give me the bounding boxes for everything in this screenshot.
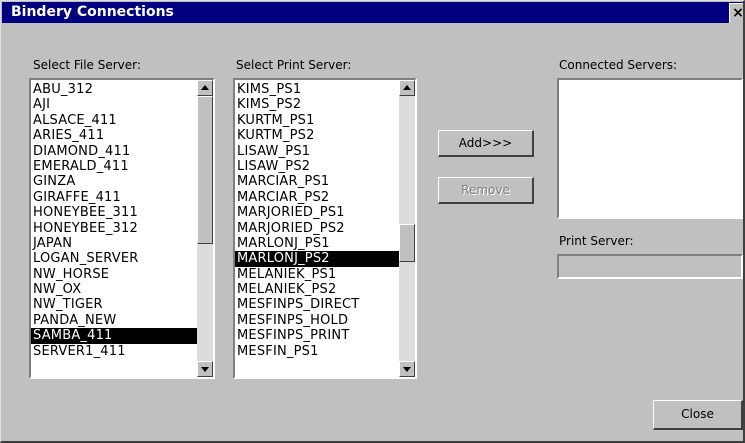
file-server-label: Select File Server: (33, 58, 141, 72)
print-server-label: Select Print Server: (236, 58, 352, 72)
list-item[interactable]: HONEYBEE_311 (31, 205, 197, 220)
close-button[interactable]: Close (653, 400, 743, 430)
list-item[interactable]: ALSACE_411 (31, 113, 197, 128)
list-item[interactable]: NW_TIGER (31, 297, 197, 312)
list-item[interactable]: MESFINPS_PRINT (235, 328, 399, 343)
list-item[interactable]: LISAW_PS1 (235, 144, 399, 159)
print-server-items: KIMS_PS1 KIMS_PS2 KURTM_PS1 KURTM_PS2 LISAW_… (235, 82, 399, 359)
list-item[interactable]: AJI (31, 97, 197, 112)
list-item[interactable]: NW_OX (31, 282, 197, 297)
file-server-items: ABU_312 AJI ALSACE_411 ARIES_411 DIAMOND_411… (31, 82, 197, 359)
list-item[interactable]: MARJORIED_PS2 (235, 221, 399, 236)
list-item[interactable]: MARJORIED_PS1 (235, 205, 399, 220)
connected-servers-list[interactable] (557, 78, 743, 219)
file-server-scrollbar[interactable] (197, 80, 213, 377)
print-server-list[interactable]: KIMS_PS1 KIMS_PS2 KURTM_PS1 KURTM_PS2 LISAW_… (233, 78, 417, 379)
scroll-thumb[interactable] (399, 224, 415, 262)
list-item[interactable]: SAMBA_411 (31, 328, 197, 344)
scroll-up-button[interactable] (399, 80, 415, 96)
arrow-down-icon (403, 367, 411, 372)
arrow-up-icon (403, 85, 411, 90)
scroll-down-button[interactable] (399, 361, 415, 377)
list-item[interactable]: MARCIAR_PS2 (235, 190, 399, 205)
list-item[interactable]: JAPAN (31, 236, 197, 251)
list-item[interactable]: MELANIEK_PS2 (235, 282, 399, 297)
list-item[interactable]: MARLONJ_PS2 (235, 251, 399, 267)
scroll-up-button[interactable] (197, 80, 213, 96)
print-server-scrollbar[interactable] (399, 80, 415, 377)
list-item[interactable]: DIAMOND_411 (31, 144, 197, 159)
list-item[interactable]: SERVER1_411 (31, 344, 197, 359)
arrow-up-icon (201, 85, 209, 90)
list-item[interactable]: MESFINPS_HOLD (235, 313, 399, 328)
list-item[interactable]: HONEYBEE_312 (31, 221, 197, 236)
list-item[interactable]: EMERALD_411 (31, 159, 197, 174)
bindery-connections-dialog: Bindery Connections × Select File Server… (0, 0, 745, 443)
list-item[interactable]: MELANIEK_PS1 (235, 267, 399, 282)
print-server-field (557, 254, 743, 279)
list-item[interactable]: LISAW_PS2 (235, 159, 399, 174)
close-window-icon[interactable]: × (729, 3, 743, 23)
list-item[interactable]: LOGAN_SERVER (31, 251, 197, 266)
window-title: Bindery Connections (11, 4, 174, 20)
list-item[interactable]: ABU_312 (31, 82, 197, 97)
list-item[interactable]: GIRAFFE_411 (31, 190, 197, 205)
connected-servers-label: Connected Servers: (559, 58, 678, 72)
scroll-down-button[interactable] (197, 361, 213, 377)
file-server-list[interactable]: ABU_312 AJI ALSACE_411 ARIES_411 DIAMOND_411… (29, 78, 215, 379)
title-bar: Bindery Connections × (2, 2, 743, 23)
print-server-field-label: Print Server: (559, 234, 634, 248)
list-item[interactable]: NW_HORSE (31, 267, 197, 282)
list-item[interactable]: GINZA (31, 174, 197, 189)
scroll-thumb[interactable] (197, 96, 213, 244)
list-item[interactable]: ARIES_411 (31, 128, 197, 143)
list-item[interactable]: KIMS_PS2 (235, 97, 399, 112)
list-item[interactable]: MARCIAR_PS1 (235, 174, 399, 189)
list-item[interactable]: MESFIN_PS1 (235, 344, 399, 359)
list-item[interactable]: KIMS_PS1 (235, 82, 399, 97)
add-button[interactable]: Add>>> (438, 130, 534, 157)
list-item[interactable]: KURTM_PS2 (235, 128, 399, 143)
remove-button[interactable]: Remove (438, 177, 534, 204)
list-item[interactable]: PANDA_NEW (31, 313, 197, 328)
list-item[interactable]: MESFINPS_DIRECT (235, 297, 399, 312)
list-item[interactable]: MARLONJ_PS1 (235, 236, 399, 251)
arrow-down-icon (201, 367, 209, 372)
list-item[interactable]: KURTM_PS1 (235, 113, 399, 128)
